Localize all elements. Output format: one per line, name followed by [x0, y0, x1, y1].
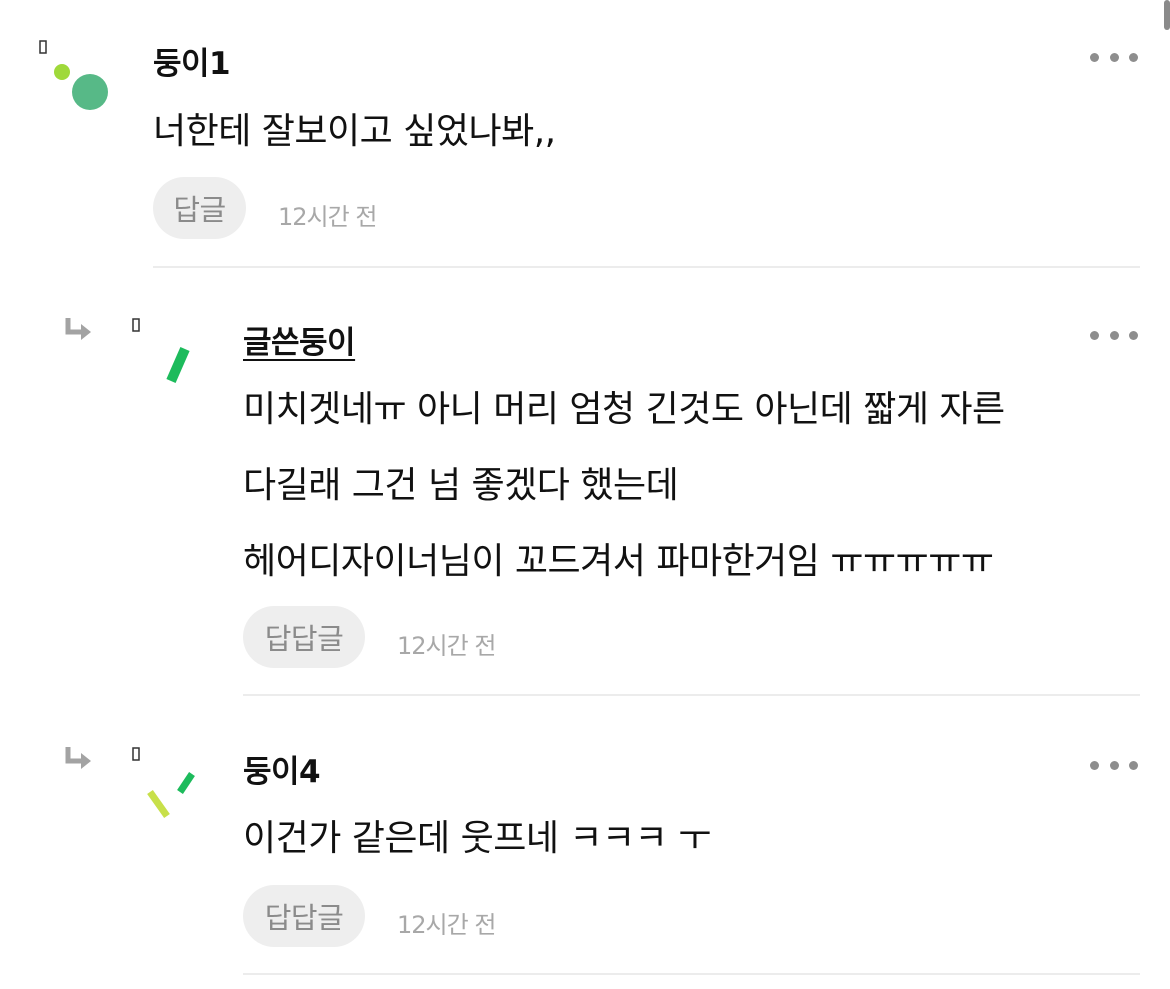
- reply-button[interactable]: 답답글: [243, 885, 365, 947]
- author-name[interactable]: 둥이4: [243, 746, 321, 791]
- avatar[interactable]: [30, 35, 120, 125]
- comment-text: 너한테 잘보이고 싶었나봐,,: [153, 111, 556, 152]
- timestamp: 12시간 전: [397, 911, 496, 939]
- timestamp: 12시간 전: [278, 203, 377, 231]
- more-options-button[interactable]: [1090, 50, 1138, 64]
- divider: [153, 266, 1140, 268]
- divider: [243, 694, 1140, 696]
- avatar[interactable]: [125, 315, 215, 405]
- more-dots-icon: [1090, 330, 1099, 340]
- reply-arrow-icon: [65, 318, 91, 340]
- reply-button[interactable]: 답답글: [243, 606, 365, 668]
- reply-button[interactable]: 답글: [153, 177, 246, 239]
- timestamp: 12시간 전: [397, 632, 496, 660]
- comment-text-line: 미치겟네ㅠ 아니 머리 엄청 긴것도 아닌데 짧게 자른: [243, 389, 1005, 430]
- more-dots-icon: [1090, 52, 1099, 62]
- more-options-button[interactable]: [1090, 328, 1138, 342]
- reply-arrow-icon: [65, 747, 91, 769]
- more-dots-icon: [1090, 760, 1099, 770]
- author-name[interactable]: 둥이1: [153, 38, 231, 83]
- scrollbar[interactable]: [1164, 0, 1170, 30]
- avatar[interactable]: [125, 744, 215, 834]
- comment-text: 이건가 같은데 웃프네 ㅋㅋㅋ ㅜ: [243, 818, 711, 859]
- author-name[interactable]: 글쓴둥이: [243, 317, 356, 362]
- divider: [243, 973, 1140, 975]
- comment-text-line: 헤어디자이너님이 꼬드겨서 파마한거임 ㅠㅠㅠㅠㅠ: [243, 541, 994, 582]
- more-options-button[interactable]: [1090, 758, 1138, 772]
- comment-text-line: 다길래 그건 넘 좋겠다 했는데: [243, 465, 679, 506]
